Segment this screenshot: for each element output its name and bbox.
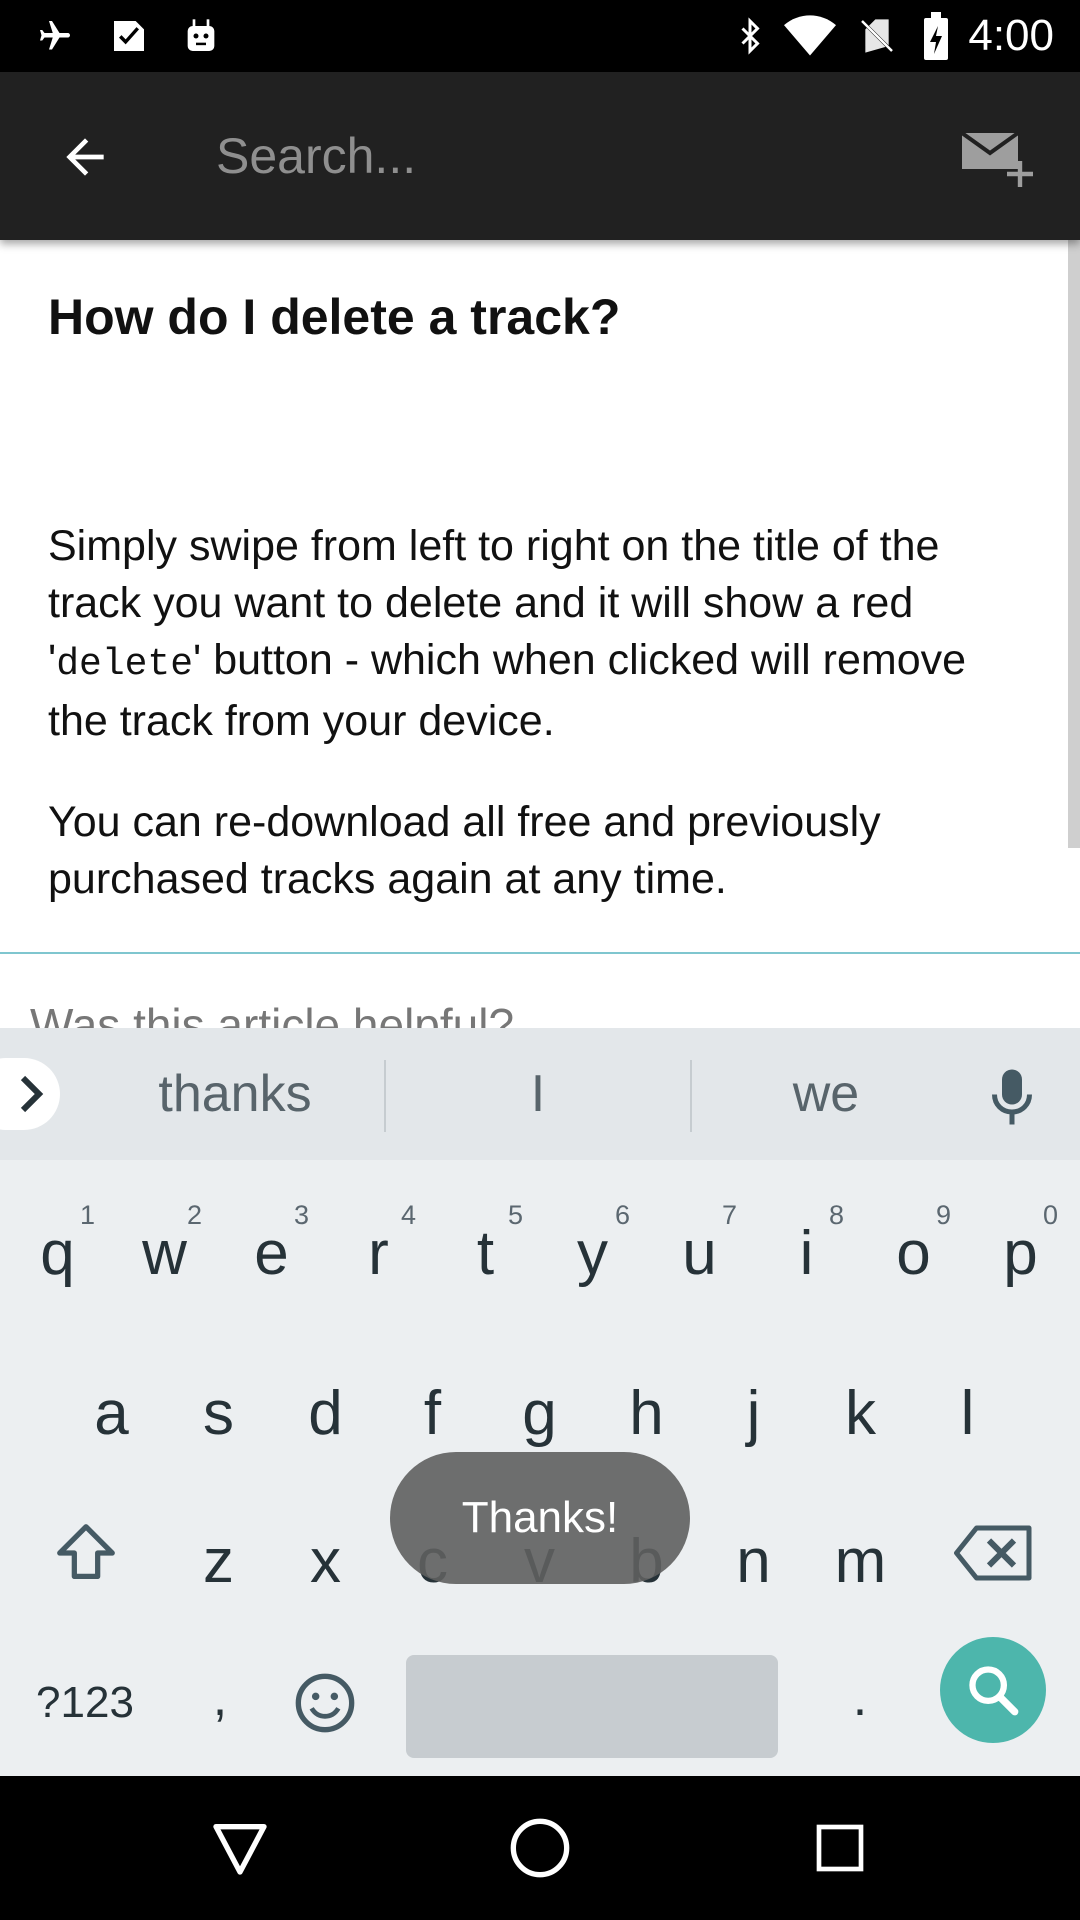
- key-j[interactable]: j: [700, 1328, 807, 1478]
- home-circle-icon: [510, 1818, 570, 1878]
- recents-square-icon: [816, 1824, 864, 1872]
- key-hint: 7: [721, 1200, 737, 1230]
- period-key[interactable]: .: [810, 1638, 910, 1758]
- airplane-mode-icon: [30, 0, 80, 72]
- search-action-key[interactable]: [940, 1637, 1046, 1743]
- key-label: k: [845, 1379, 876, 1448]
- toolbar-toggle-button[interactable]: [0, 1058, 60, 1130]
- mail-add-icon: [962, 131, 1033, 187]
- key-label: l: [960, 1379, 975, 1448]
- suggestion-3[interactable]: we: [694, 1028, 958, 1160]
- chevron-right-icon: [20, 1075, 44, 1113]
- suggestion-2[interactable]: I: [388, 1028, 688, 1160]
- microphone-icon: [992, 1069, 1032, 1125]
- toast-message: Thanks!: [390, 1452, 690, 1584]
- key-label: z: [203, 1527, 234, 1596]
- battery-charging-icon: [916, 0, 956, 72]
- key-r[interactable]: r4: [325, 1178, 432, 1328]
- key-hint: 3: [293, 1200, 309, 1230]
- key-m[interactable]: m: [807, 1478, 914, 1628]
- inline-code: delete: [56, 643, 194, 686]
- key-a[interactable]: a: [58, 1328, 165, 1478]
- space-key[interactable]: [406, 1655, 778, 1758]
- symbols-key[interactable]: ?123: [20, 1648, 150, 1758]
- key-p[interactable]: p0: [967, 1178, 1074, 1328]
- shift-arrow-icon: [57, 1524, 115, 1579]
- scrollbar[interactable]: [1068, 240, 1080, 848]
- key-i[interactable]: i8: [753, 1178, 860, 1328]
- key-hint: 5: [507, 1200, 523, 1230]
- key-hint: 0: [1042, 1200, 1058, 1230]
- suggestion-divider: [384, 1060, 386, 1132]
- emoji-key[interactable]: [280, 1648, 370, 1758]
- nav-recents-button[interactable]: [790, 1798, 890, 1898]
- back-triangle-icon: [213, 1824, 267, 1875]
- key-label: f: [423, 1379, 442, 1448]
- key-t[interactable]: t5: [432, 1178, 539, 1328]
- key-label: h: [629, 1379, 664, 1448]
- backspace-icon: [954, 1525, 1032, 1581]
- key-x[interactable]: x: [272, 1478, 379, 1628]
- back-button[interactable]: [40, 112, 130, 202]
- key-o[interactable]: o9: [860, 1178, 967, 1328]
- app-bar: [0, 72, 1080, 240]
- article-content[interactable]: How do I delete a track? Simply swipe fr…: [0, 240, 1080, 1028]
- key-label: m: [834, 1527, 887, 1596]
- key-hint: 9: [935, 1200, 951, 1230]
- play-store-download-icon: [104, 0, 154, 72]
- key-s[interactable]: s: [165, 1328, 272, 1478]
- key-hint: 1: [79, 1200, 95, 1230]
- article-title: How do I delete a track?: [48, 289, 621, 345]
- navigation-bar: [0, 1776, 1080, 1920]
- helpful-prompt: Was this article helpful?: [30, 999, 515, 1028]
- android-debug-icon: [176, 0, 226, 72]
- emoji-icon: [295, 1673, 355, 1733]
- backspace-key[interactable]: [924, 1478, 1064, 1628]
- key-label: a: [94, 1379, 129, 1448]
- key-w[interactable]: w2: [111, 1178, 218, 1328]
- key-u[interactable]: u7: [646, 1178, 753, 1328]
- wifi-icon: [780, 0, 840, 72]
- status-bar: 4:00: [0, 0, 1080, 72]
- key-label: s: [203, 1379, 234, 1448]
- comma-key[interactable]: ,: [170, 1638, 270, 1758]
- suggestion-bar: thanks I we: [0, 1028, 1080, 1160]
- key-n[interactable]: n: [700, 1478, 807, 1628]
- voice-input-button[interactable]: [982, 1062, 1042, 1132]
- article-paragraph-1: Simply swipe from left to right on the t…: [48, 518, 1028, 750]
- key-label: d: [308, 1379, 343, 1448]
- nav-back-button[interactable]: [190, 1798, 290, 1898]
- divider: [0, 952, 1080, 954]
- key-label: x: [310, 1527, 341, 1596]
- status-time: 4:00: [968, 11, 1054, 60]
- key-l[interactable]: l: [914, 1328, 1021, 1478]
- suggestion-divider: [690, 1060, 692, 1132]
- key-y[interactable]: y6: [539, 1178, 646, 1328]
- key-label: g: [522, 1379, 557, 1448]
- article-paragraph-2: You can re-download all free and previou…: [48, 798, 881, 903]
- search-icon: [969, 1666, 1019, 1716]
- key-hint: 8: [828, 1200, 844, 1230]
- arrow-back-icon: [66, 138, 104, 176]
- search-input[interactable]: [216, 116, 916, 196]
- key-hint: 4: [400, 1200, 416, 1230]
- key-label: j: [746, 1379, 761, 1448]
- no-sim-icon: [852, 0, 902, 72]
- shift-key[interactable]: [16, 1478, 156, 1628]
- key-q[interactable]: q1: [4, 1178, 111, 1328]
- soft-keyboard: thanks I we q1 w2 e3 r4 t5 y6 u7 i8 o9 p…: [0, 1028, 1080, 1776]
- key-hint: 2: [186, 1200, 202, 1230]
- key-hint: 6: [614, 1200, 630, 1230]
- key-z[interactable]: z: [165, 1478, 272, 1628]
- key-label: n: [736, 1527, 771, 1596]
- bluetooth-icon: [728, 0, 772, 72]
- contact-support-button[interactable]: [950, 112, 1050, 202]
- nav-home-button[interactable]: [490, 1798, 590, 1898]
- key-k[interactable]: k: [807, 1328, 914, 1478]
- key-e[interactable]: e3: [218, 1178, 325, 1328]
- suggestion-1[interactable]: thanks: [90, 1028, 380, 1160]
- key-d[interactable]: d: [272, 1328, 379, 1478]
